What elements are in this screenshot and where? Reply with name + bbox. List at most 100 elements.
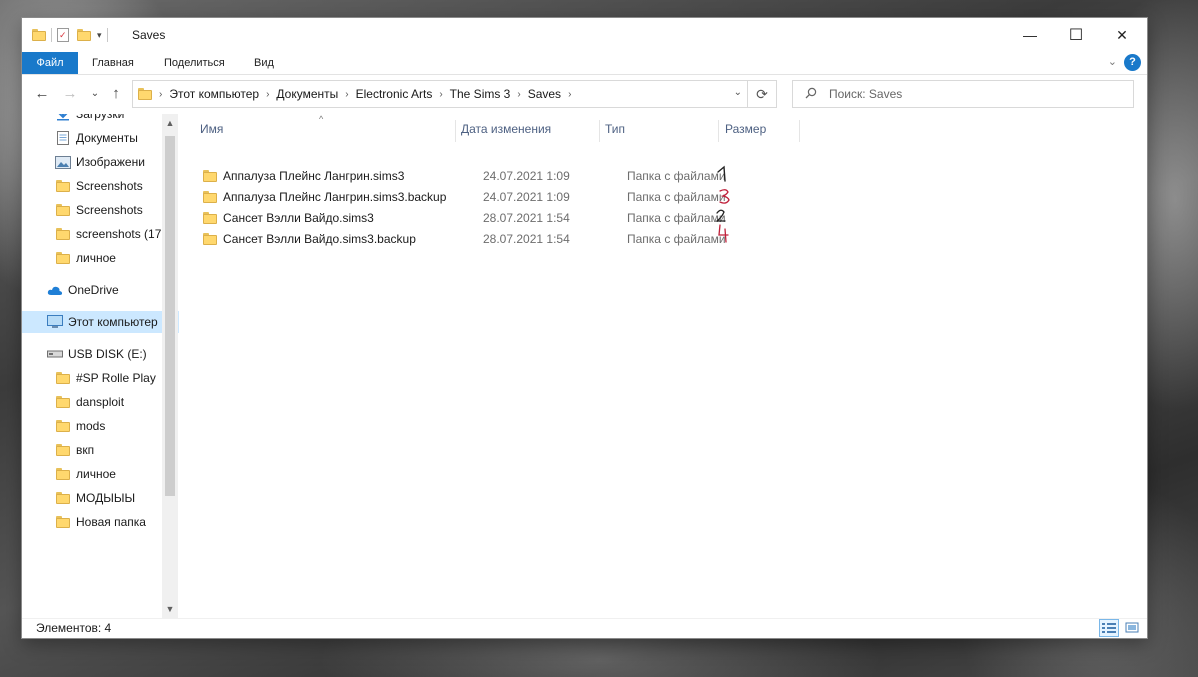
breadcrumb-saves[interactable]: Saves [525,87,564,101]
chevron-right-icon[interactable]: › [513,89,524,100]
chevron-right-icon[interactable]: › [564,89,575,100]
handwritten-mark-2 [715,209,726,222]
tab-file[interactable]: Файл [22,52,78,74]
file-row[interactable]: Сансет Вэлли Вайдо.sims3 28.07.2021 1:54 П… [199,208,759,229]
close-button[interactable]: ✕ [1099,18,1145,52]
file-name: Сансет Вэлли Вайдо.sims3 [223,211,374,225]
customize-quick-access-icon[interactable]: ▾ [97,30,102,41]
column-divider[interactable] [799,120,800,142]
handwritten-mark-4 [718,224,729,243]
tab-home[interactable]: Главная [82,52,144,74]
scroll-up-icon[interactable]: ▲ [162,118,178,128]
up-button[interactable]: ↑ [106,85,126,102]
column-header-date[interactable]: Дата изменения [461,114,551,144]
large-icons-view-button[interactable] [1122,619,1142,637]
nav-item-label: Новая папка [76,515,146,529]
nav-item-label: личное [76,251,116,265]
nav-item-документы[interactable]: Документы📌 [22,127,179,149]
nav-item-label: Screenshots [76,203,143,217]
nav-item-изображени[interactable]: Изображени📌 [22,151,179,173]
folder-icon [54,180,72,192]
file-name: Аппалуза Плейнс Лангрин.sims3 [223,169,405,183]
back-button[interactable]: ← [32,85,52,102]
nav-item-label: МОДЫЫЫ [76,491,136,505]
nav-item-screenshots[interactable]: Screenshots [22,175,179,197]
nav-scrollbar[interactable]: ▲ ▼ [162,114,178,618]
file-row[interactable]: Аппалуза Плейнс Лангрин.sims3.backup 24.0… [199,187,759,208]
tab-share[interactable]: Поделиться [154,52,235,74]
nav-item-вкп[interactable]: вкп [22,439,179,461]
nav-item-usb-disk-e[interactable]: USB DISK (E:) [22,343,179,365]
search-box[interactable] [792,80,1134,108]
folder-icon [203,191,217,203]
window-title: Saves [132,28,166,42]
file-row[interactable]: Аппалуза Плейнс Лангрин.sims3 24.07.2021 … [199,166,759,187]
breadcrumb-electronic-arts[interactable]: Electronic Arts [353,87,436,101]
breadcrumb-the-sims-3[interactable]: The Sims 3 [447,87,514,101]
large-icons-view-icon [1125,622,1139,633]
search-input[interactable] [827,86,1111,102]
handwritten-mark-3 [719,189,730,204]
chevron-right-icon[interactable]: › [435,89,446,100]
refresh-button[interactable]: ⟳ [747,81,776,107]
nav-item-личное[interactable]: личное [22,463,179,485]
folder-icon [54,516,72,528]
maximize-button[interactable]: ☐ [1053,18,1099,52]
chevron-right-icon[interactable]: › [262,89,273,100]
address-bar[interactable]: › Этот компьютер › Документы › Electroni… [132,80,777,108]
expand-ribbon-icon[interactable]: ⌄ [1108,55,1117,68]
file-date: 24.07.2021 1:09 [483,190,570,204]
nav-item-screenshots[interactable]: Screenshots [22,199,179,221]
file-row[interactable]: Сансет Вэлли Вайдо.sims3.backup 28.07.202… [199,229,759,250]
nav-item-label: личное [76,467,116,481]
nav-item-mods[interactable]: mods [22,415,179,437]
details-view-button[interactable] [1099,619,1119,637]
cloud-icon [46,285,64,296]
folder-icon [54,204,72,216]
folder-icon [54,252,72,264]
column-header-type[interactable]: Тип [605,114,625,144]
file-type: Папка с файлами [627,232,726,246]
scroll-down-icon[interactable]: ▼ [162,604,178,614]
nav-item-sp-rolle-play[interactable]: #SP Rolle Play [22,367,179,389]
column-header-size[interactable]: Размер [725,114,766,144]
file-date: 28.07.2021 1:54 [483,232,570,246]
file-type: Папка с файлами [627,190,726,204]
file-date: 24.07.2021 1:09 [483,169,570,183]
column-divider[interactable] [718,120,719,142]
nav-item-личное[interactable]: личное [22,247,179,269]
properties-icon[interactable]: ✓ [57,28,69,42]
nav-item-загрузки[interactable]: Загрузки📌 [22,114,179,125]
breadcrumb-this-pc[interactable]: Этот компьютер [166,87,262,101]
forward-button[interactable]: → [60,85,80,102]
new-folder-icon[interactable] [77,29,91,41]
folder-icon [138,88,152,100]
handwritten-annotations [715,165,730,243]
scrollbar-thumb[interactable] [165,136,175,496]
nav-item-новая-папка[interactable]: Новая папка [22,511,179,533]
help-icon[interactable]: ? [1124,54,1141,71]
nav-item-этот-компьютер[interactable]: Этот компьютер [22,311,179,333]
folder-icon [54,228,72,240]
nav-item-onedrive[interactable]: OneDrive [22,279,179,301]
item-count: Элементов: 4 [36,621,112,635]
nav-item-label: Этот компьютер [68,315,158,329]
nav-item-screenshots-17-0[interactable]: screenshots (17.0 [22,223,179,245]
column-divider[interactable] [455,120,456,142]
pictures-icon [54,155,72,169]
nav-item-label: Изображени [76,155,145,169]
address-dropdown-icon[interactable]: ⌄ [734,87,742,98]
file-name: Сансет Вэлли Вайдо.sims3.backup [223,232,416,246]
search-icon [805,87,817,102]
recent-locations-button[interactable]: ⌄ [85,88,105,99]
minimize-button[interactable]: — [1007,18,1053,52]
handwritten-mark-1 [717,165,726,182]
column-divider[interactable] [599,120,600,142]
tab-view[interactable]: Вид [244,52,284,74]
nav-item-модыыы[interactable]: МОДЫЫЫ [22,487,179,509]
nav-item-dansploit[interactable]: dansploit [22,391,179,413]
column-header-name[interactable]: Имя [200,114,223,144]
chevron-right-icon[interactable]: › [341,89,352,100]
chevron-right-icon[interactable]: › [155,89,166,100]
breadcrumb-documents[interactable]: Документы [273,87,341,101]
